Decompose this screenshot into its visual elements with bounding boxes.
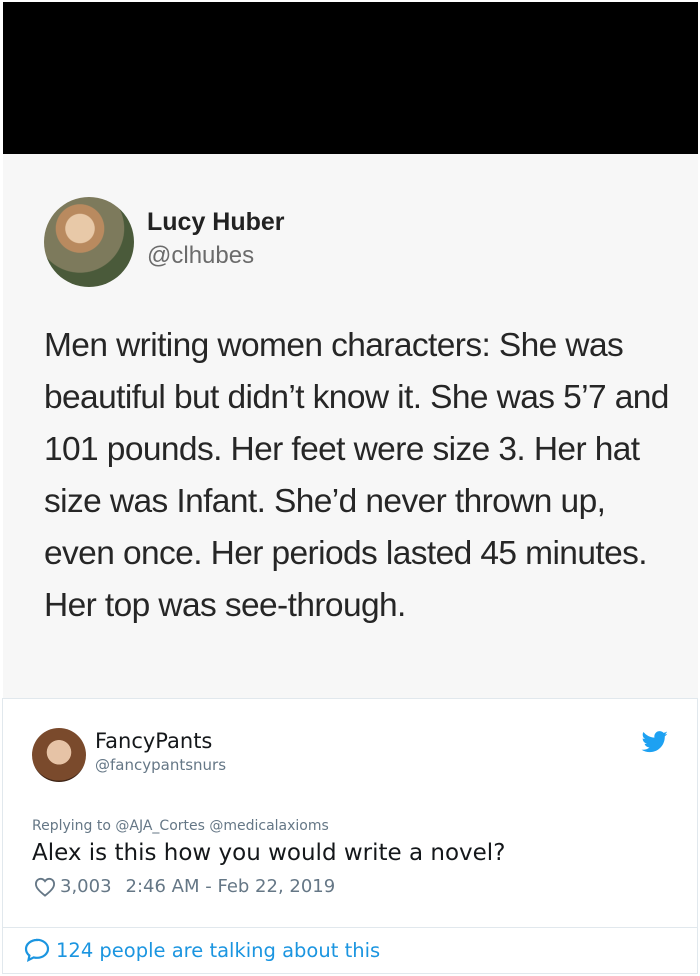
tweet-text: Alex is this how you would write a novel… [32,840,506,866]
avatar[interactable] [32,728,86,782]
replying-to: Replying to @AJA_Cortes @medicalaxioms [32,818,329,834]
card-border-left [2,698,3,974]
like-count[interactable]: 3,003 [60,876,112,897]
speech-bubble-icon [24,938,50,962]
tweet-meta: 3,003 2:46 AM - Feb 22, 2019 [34,876,335,897]
black-banner [3,2,698,154]
timestamp[interactable]: 2:46 AM - Feb 22, 2019 [126,876,336,897]
heart-icon[interactable] [34,877,56,897]
card-border-right [697,698,698,974]
embedded-avatar [44,197,134,287]
embedded-name: Lucy Huber [147,208,285,236]
display-name[interactable]: FancyPants [95,729,212,753]
conversation-link[interactable]: 124 people are talking about this [24,938,380,962]
card-border-bottom [2,973,698,974]
card-border [2,698,698,699]
embedded-handle: @clhubes [147,242,255,269]
divider [2,927,698,928]
talking-label[interactable]: 124 people are talking about this [56,939,380,962]
embedded-tweet-text: Men writing women characters: She was be… [44,327,669,624]
twitter-bird-icon[interactable] [641,731,669,753]
user-handle[interactable]: @fancypantsnurs [95,756,226,774]
